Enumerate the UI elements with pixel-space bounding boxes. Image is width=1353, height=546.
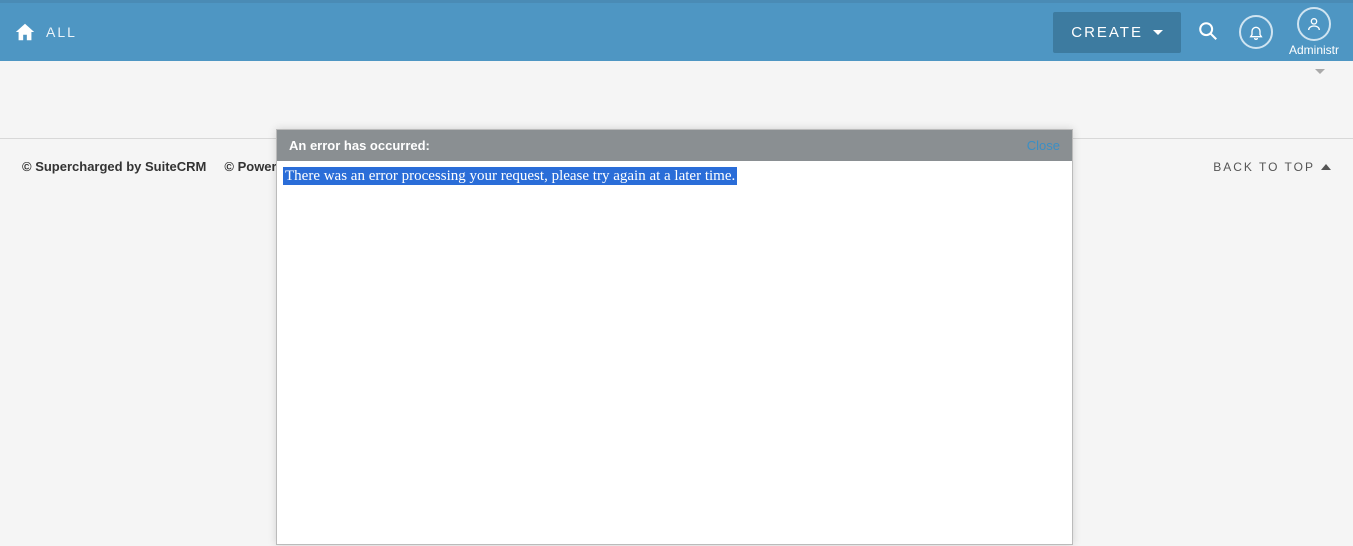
modal-body: There was an error processing your reque… — [277, 161, 1072, 544]
all-label: ALL — [46, 24, 77, 40]
footer-supercharged: © Supercharged by SuiteCRM — [22, 159, 206, 174]
create-label: CREATE — [1071, 24, 1143, 41]
modal-header: An error has occurred: Close — [277, 130, 1072, 161]
bell-icon — [1239, 15, 1273, 49]
user-label: Administr — [1289, 43, 1339, 57]
chevron-down-icon[interactable] — [1315, 69, 1325, 74]
home-nav[interactable]: ALL — [14, 21, 77, 43]
close-button[interactable]: Close — [1027, 138, 1060, 153]
error-message: There was an error processing your reque… — [283, 167, 737, 185]
back-to-top-label: BACK TO TOP — [1213, 160, 1315, 174]
caret-down-icon — [1153, 30, 1163, 35]
navbar: ALL CREATE Administr — [0, 3, 1353, 61]
create-button[interactable]: CREATE — [1053, 12, 1181, 53]
search-button[interactable] — [1193, 16, 1223, 49]
error-modal: An error has occurred: Close There was a… — [276, 129, 1073, 545]
subbar — [0, 61, 1353, 139]
user-menu[interactable]: Administr — [1289, 7, 1339, 57]
user-icon — [1297, 7, 1331, 41]
home-icon — [14, 21, 36, 43]
modal-title: An error has occurred: — [289, 138, 430, 153]
search-icon — [1197, 20, 1219, 45]
notifications-button[interactable] — [1235, 11, 1277, 53]
chevron-up-icon — [1321, 164, 1331, 170]
back-to-top[interactable]: BACK TO TOP — [1213, 160, 1331, 174]
nav-right: CREATE Administr — [1053, 7, 1339, 57]
